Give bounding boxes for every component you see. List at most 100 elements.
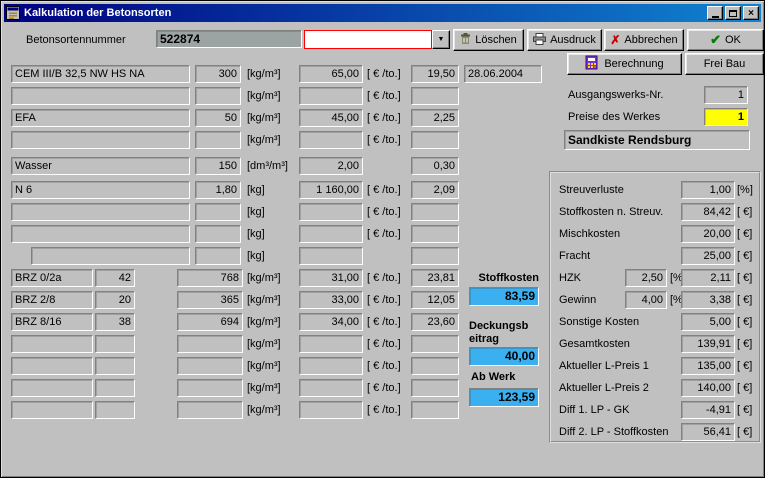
material-name-field[interactable] [11,131,190,149]
client-area: Betonsortennummer 522874 ▼ Löschen Ausdr… [4,22,761,474]
panel-pct-field[interactable]: 2,50 [625,269,667,287]
aggregate-pct-field[interactable] [95,401,135,419]
panel-value-field: 3,38 [681,291,735,309]
ab-werk-label: Ab Werk [471,371,515,383]
aggregate-name-field[interactable] [11,335,93,353]
material-qty-field[interactable]: 50 [195,109,241,127]
material-name-field[interactable] [11,87,190,105]
aggregate-amount-field[interactable]: 694 [177,313,243,331]
material-name-field[interactable] [31,247,190,265]
aggregate-name-field[interactable]: BRZ 2/8 [11,291,93,309]
material-unit-label: [kg/m³] [247,87,281,105]
abbrechen-button[interactable]: ✗ Abbrechen [604,29,684,51]
aggregate-pct-field[interactable]: 38 [95,313,135,331]
material-price-field[interactable]: 1 160,00 [299,181,363,199]
material-price-field[interactable]: 45,00 [299,109,363,127]
material-price-unit-label: [ € /to.] [367,203,401,221]
material-price-unit-label: [ € /to.] [367,65,401,83]
material-name-field[interactable] [11,203,190,221]
material-price-field[interactable] [299,87,363,105]
window-title: Kalkulation der Betonsorten [24,7,705,19]
material-name-field[interactable]: EFA [11,109,190,127]
material-name-field[interactable]: N 6 [11,181,190,199]
aggregate-amount-field[interactable] [177,335,243,353]
aggregate-unit-label: [kg/m³] [247,357,281,375]
material-price-field[interactable]: 65,00 [299,65,363,83]
aggregate-pct-field[interactable] [95,357,135,375]
frei-bau-button[interactable]: Frei Bau [685,53,764,75]
panel-pct-field[interactable]: 4,00 [625,291,667,309]
close-icon: × [748,8,754,19]
aggregate-unit-label: [kg/m³] [247,291,281,309]
material-name-field[interactable] [11,225,190,243]
material-qty-field[interactable] [195,87,241,105]
aggregate-price-field[interactable] [299,335,363,353]
panel-unit-label: [ €] [737,225,752,243]
material-qty-field[interactable]: 150 [195,157,241,175]
betonsortennummer-field[interactable]: 522874 [156,30,302,48]
maximize-button[interactable] [725,6,741,20]
betonsortennummer-label: Betonsortennummer [26,31,126,49]
material-unit-label: [kg] [247,181,265,199]
material-qty-field[interactable] [195,225,241,243]
sorte-combo-dropdown-button[interactable]: ▼ [432,30,450,49]
aggregate-name-field[interactable] [11,379,93,397]
panel-value-field: 84,42 [681,203,735,221]
panel-unit-label: [ €] [737,269,752,287]
material-unit-label: [kg/m³] [247,65,281,83]
werk-name-field[interactable]: Sandkiste Rendsburg [564,130,750,150]
aggregate-pct-field[interactable]: 42 [95,269,135,287]
preise-des-werkes-label: Preise des Werkes [568,108,660,126]
panel-value-field: 25,00 [681,247,735,265]
aggregate-name-field[interactable] [11,357,93,375]
aggregate-name-field[interactable] [11,401,93,419]
aggregate-price-field[interactable] [299,357,363,375]
aggregate-pct-field[interactable] [95,379,135,397]
cancel-x-icon: ✗ [610,33,620,47]
panel-row-label: Diff 2. LP - Stoffkosten [559,423,679,441]
ok-button[interactable]: ✔ OK [687,29,764,51]
aggregate-amount-field[interactable]: 768 [177,269,243,287]
material-qty-field[interactable]: 300 [195,65,241,83]
material-price-field[interactable] [299,247,363,265]
berechnung-button[interactable]: Berechnung [567,53,682,75]
aggregate-name-field[interactable]: BRZ 0/2a [11,269,93,287]
minimize-button[interactable] [707,6,723,20]
material-price-field[interactable]: 2,00 [299,157,363,175]
preise-des-werkes-field[interactable]: 1 [704,108,748,126]
material-price-field[interactable] [299,203,363,221]
ausgangswerk-field[interactable]: 1 [704,86,748,104]
material-name-field[interactable]: Wasser [11,157,190,175]
material-qty-field[interactable]: 1,80 [195,181,241,199]
aggregate-price-field[interactable]: 31,00 [299,269,363,287]
aggregate-price-field[interactable]: 33,00 [299,291,363,309]
material-price-unit-label: [ € /to.] [367,109,401,127]
aggregate-pct-field[interactable]: 20 [95,291,135,309]
aggregate-price-field[interactable]: 34,00 [299,313,363,331]
material-qty-field[interactable] [195,247,241,265]
aggregate-price-field[interactable] [299,401,363,419]
panel-value-field: 140,00 [681,379,735,397]
aggregate-price-field[interactable] [299,379,363,397]
panel-row-label: Gesamtkosten [559,335,679,353]
material-qty-field[interactable] [195,131,241,149]
close-button[interactable]: × [743,6,759,20]
material-price-field[interactable] [299,225,363,243]
material-name-field[interactable]: CEM III/B 32,5 NW HS NA [11,65,190,83]
material-cost-field: 2,09 [411,181,459,199]
aggregate-pct-field[interactable] [95,335,135,353]
panel-row-label: Fracht [559,247,679,265]
panel-row-label: Aktueller L-Preis 2 [559,379,679,397]
loeschen-button[interactable]: Löschen [453,29,524,51]
material-price-field[interactable] [299,131,363,149]
aggregate-amount-field[interactable] [177,401,243,419]
aggregate-amount-field[interactable] [177,379,243,397]
ausdruck-button[interactable]: Ausdruck [527,29,602,51]
material-qty-field[interactable] [195,203,241,221]
aggregate-name-field[interactable]: BRZ 8/16 [11,313,93,331]
sorte-combo-input[interactable] [304,30,432,49]
panel-value-field: 5,00 [681,313,735,331]
aggregate-amount-field[interactable]: 365 [177,291,243,309]
aggregate-amount-field[interactable] [177,357,243,375]
aggregate-cost-field [411,335,459,353]
